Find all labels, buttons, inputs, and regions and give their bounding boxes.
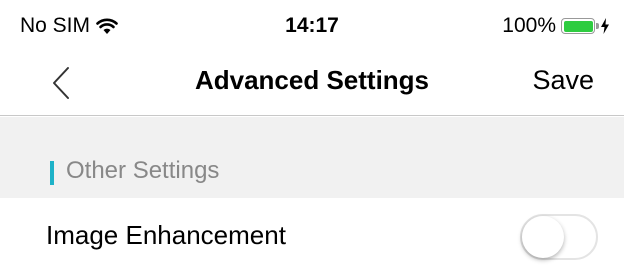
section-title: Other Settings <box>66 157 220 184</box>
battery-percent: 100% <box>502 14 556 37</box>
battery-group: 100% <box>502 14 610 38</box>
navigation-bar: Advanced Settings Save <box>0 56 624 116</box>
section-accent-bar <box>50 161 54 185</box>
charging-icon <box>601 18 609 34</box>
battery-tip <box>596 23 599 29</box>
image-enhancement-toggle[interactable] <box>520 214 598 260</box>
status-bar: No SIM 14:17 100% <box>0 0 624 56</box>
setting-row-image-enhancement: Image Enhancement <box>0 198 624 273</box>
page-title: Advanced Settings <box>194 65 430 95</box>
save-button[interactable]: Save <box>532 65 594 96</box>
section-header: Other Settings <box>0 117 624 198</box>
toggle-knob <box>522 216 564 258</box>
battery-icon <box>561 18 599 34</box>
setting-label: Image Enhancement <box>46 220 286 250</box>
battery-fill <box>563 20 593 32</box>
